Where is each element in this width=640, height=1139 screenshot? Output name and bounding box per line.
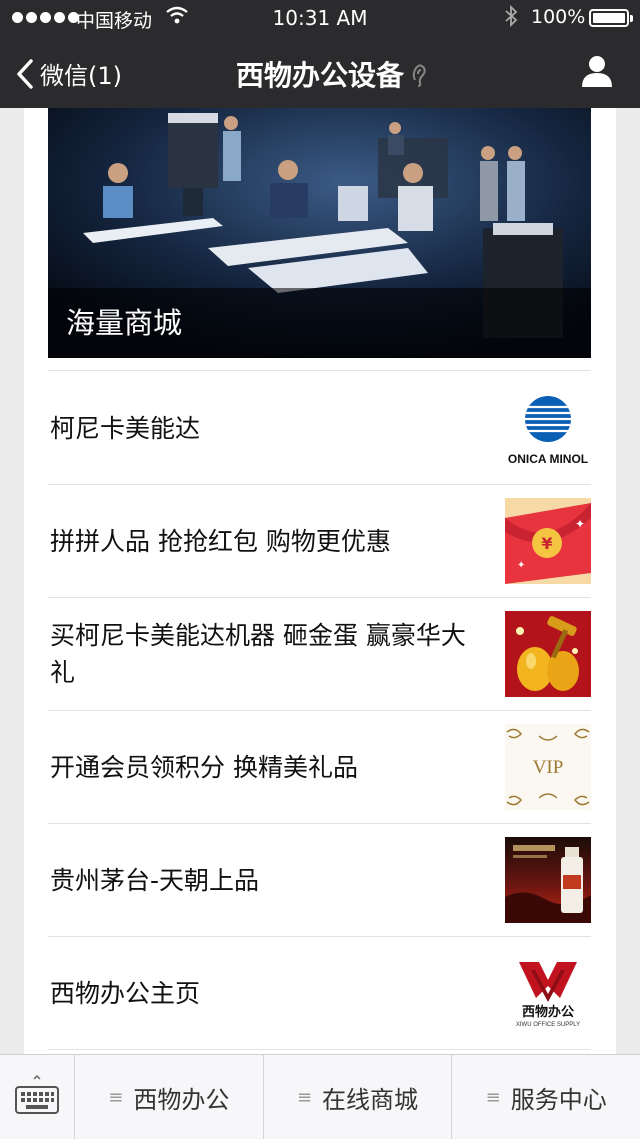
top-bar: 中国移动 10:31 AM 100% 微信(1) 西物办公设备 xyxy=(0,0,640,108)
list-item-membership[interactable]: 开通会员领积分 换精美礼品 VIP xyxy=(48,711,591,824)
konica-minolta-logo: ONICA MINOL xyxy=(505,385,591,471)
list-item-title: 买柯尼卡美能达机器 砸金蛋 赢豪华大礼 xyxy=(50,621,466,687)
bottom-menu: ≡ 西物办公 ≡ 在线商城 ≡ 服务中心 xyxy=(0,1054,640,1139)
konica-logo-text: ONICA MINOL xyxy=(508,452,588,466)
list-item-title: 西物办公主页 xyxy=(50,978,201,1008)
list-item-homepage[interactable]: 西物办公主页 西物办公 XIWU OFFICE SUPPLY xyxy=(48,937,591,1050)
golden-egg-thumbnail xyxy=(505,611,591,697)
yuan-symbol: ¥ xyxy=(541,534,552,553)
menu-label: 服务中心 xyxy=(510,1085,607,1114)
menu-online-mall[interactable]: ≡ 在线商城 xyxy=(264,1055,453,1139)
battery-percent: 100% xyxy=(531,6,586,28)
menu-service-center[interactable]: ≡ 服务中心 xyxy=(452,1055,640,1139)
menu-xiwu-office[interactable]: ≡ 西物办公 xyxy=(75,1055,264,1139)
bluetooth-icon xyxy=(505,5,518,27)
vip-thumbnail: VIP xyxy=(505,724,591,810)
list-item-title: 拼拼人品 抢抢红包 购物更优惠 xyxy=(50,526,391,556)
menu-icon: ≡ xyxy=(485,1086,501,1108)
article-list: 柯尼卡美能达 ONICA MINOL 拼拼人品 抢抢红包 购物更优惠 ¥ ✦ ✦… xyxy=(48,372,591,1050)
svg-text:✦: ✦ xyxy=(517,560,525,571)
xiwu-logo: 西物办公 XIWU OFFICE SUPPLY xyxy=(505,950,591,1036)
list-item-title: 贵州茅台-天朝上品 xyxy=(50,865,260,895)
menu-icon: ≡ xyxy=(108,1086,124,1108)
xiwu-logo-text: 西物办公 xyxy=(522,1004,574,1020)
banner-caption: 海量商城 xyxy=(48,288,591,358)
status-bar: 中国移动 10:31 AM 100% xyxy=(0,0,640,36)
list-item-red-packet[interactable]: 拼拼人品 抢抢红包 购物更优惠 ¥ ✦ ✦ xyxy=(48,485,591,598)
article-list-card: 海量商城 柯尼卡美能达 ONICA MINOL 拼拼人品 抢抢红包 购物更优惠 … xyxy=(24,108,616,1054)
profile-icon[interactable] xyxy=(580,54,614,88)
menu-label: 在线商城 xyxy=(322,1085,419,1114)
xiwu-logo-subtext: XIWU OFFICE SUPPLY xyxy=(516,1022,580,1028)
red-packet-thumbnail: ¥ ✦ ✦ xyxy=(505,498,591,584)
mall-banner[interactable]: 海量商城 xyxy=(48,108,591,358)
earpiece-mode-icon xyxy=(412,64,426,87)
list-item-title: 柯尼卡美能达 xyxy=(50,413,201,443)
menu-icon: ≡ xyxy=(296,1086,313,1108)
list-item-golden-egg[interactable]: 买柯尼卡美能达机器 砸金蛋 赢豪华大礼 xyxy=(48,598,591,711)
vip-label: VIP xyxy=(533,757,564,778)
list-item-moutai[interactable]: 贵州茅台-天朝上品 xyxy=(48,824,591,937)
moutai-thumbnail xyxy=(505,837,591,923)
keyboard-icon xyxy=(15,1074,59,1114)
svg-text:✦: ✦ xyxy=(575,517,585,531)
battery-icon xyxy=(589,9,633,27)
menu-label: 西物办公 xyxy=(133,1085,230,1114)
divider xyxy=(48,370,591,371)
list-item-konica-minolta[interactable]: 柯尼卡美能达 ONICA MINOL xyxy=(48,372,591,485)
keyboard-toggle-button[interactable] xyxy=(0,1055,75,1139)
page-title: 西物办公设备 xyxy=(235,59,404,92)
nav-bar: 微信(1) 西物办公设备 xyxy=(0,36,640,108)
list-item-title: 开通会员领积分 换精美礼品 xyxy=(50,752,358,782)
